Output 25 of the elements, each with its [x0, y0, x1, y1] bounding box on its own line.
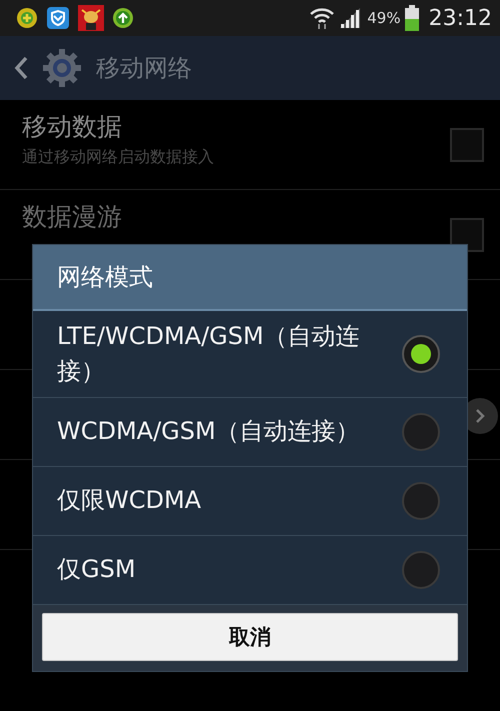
- battery-icon: [404, 5, 419, 31]
- radio-option[interactable]: LTE/WCDMA/GSM（自动连接）: [33, 311, 467, 398]
- setting-title: 移动数据: [22, 111, 123, 143]
- upload-icon: [112, 7, 134, 29]
- screen-title: 移动网络: [96, 53, 192, 84]
- bull-icon: [78, 5, 104, 31]
- wifi-icon: [309, 6, 336, 30]
- setting-title: 数据漫游: [22, 201, 122, 233]
- clock-time: 23:12: [428, 6, 492, 30]
- back-icon[interactable]: [14, 56, 28, 80]
- app-icon: [16, 7, 38, 29]
- checkbox[interactable]: [450, 128, 484, 162]
- shield-icon: [46, 6, 70, 30]
- dialog-title: 网络模式: [33, 245, 467, 311]
- radio-option[interactable]: 仅限WCDMA: [33, 466, 467, 536]
- radio-button: [401, 334, 441, 374]
- signal-icon: [339, 7, 362, 29]
- radio-button: [401, 550, 441, 590]
- gear-icon: [42, 48, 82, 88]
- cancel-button[interactable]: 取消: [42, 612, 458, 661]
- radio-button: [401, 412, 441, 452]
- setting-subtitle: 通过移动网络启动数据接入: [22, 147, 214, 168]
- radio-option[interactable]: WCDMA/GSM（自动连接）: [33, 398, 467, 467]
- battery-percentage: 49%: [367, 9, 401, 27]
- radio-button: [401, 480, 441, 521]
